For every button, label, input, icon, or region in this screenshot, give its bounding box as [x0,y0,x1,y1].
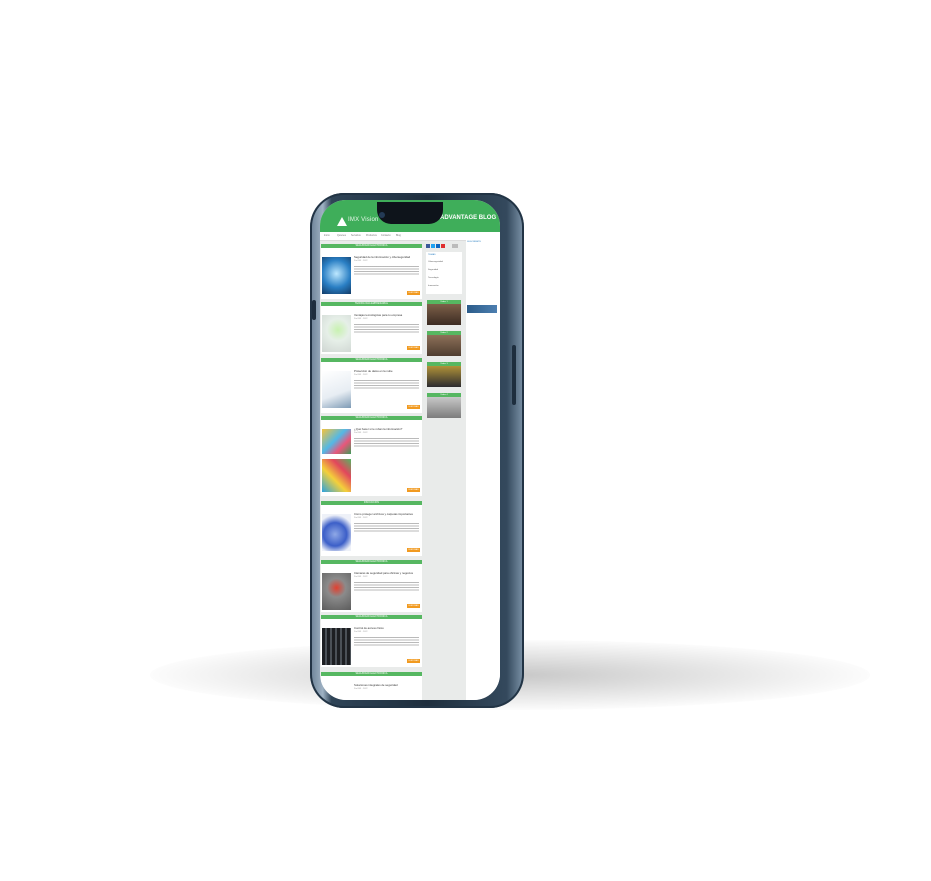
laptop-hand-image [322,371,351,408]
twitter-icon[interactable] [431,244,435,248]
phone-screen: IMX Vision ADVANTAGE BLOG Inicio Quienes… [320,200,500,700]
post-category: SEGURIDAD ELECTRÓNICA [321,244,422,248]
post-meta: Por IMX · 2022 [354,688,368,690]
post-title[interactable]: Cómo proteger archivos y carpetas import… [354,512,420,516]
read-more-button[interactable]: LEER MÁS [407,405,420,409]
post-category: SEGURIDAD ELECTRÓNICA [321,672,422,676]
post-card[interactable]: SEGURIDAD ELECTRÓNICA Seguridad de la in… [321,244,422,299]
post-title[interactable]: Cámaras de seguridad para oficinas y neg… [354,571,420,575]
post-category: SEGURIDAD ELECTRÓNICA [321,615,422,619]
phone-volume-button [312,300,316,320]
post-meta: Por IMX · 2022 [354,631,368,633]
green-arrow-image [322,315,351,352]
nav-item[interactable]: Inicio [324,234,330,237]
read-more-button[interactable]: LEER MÁS [407,346,420,350]
post-category: SEGURIDAD ELECTRÓNICA [321,416,422,420]
post-excerpt [354,324,419,334]
video-label: Video 4 [427,393,461,397]
post-card[interactable]: SEGURIDAD ELECTRÓNICA ¿Qué hacer si te r… [321,416,422,496]
post-category: SEGURIDAD ELECTRÓNICA [321,560,422,564]
post-card[interactable]: INNOVACIÓN Cómo proteger archivos y carp… [321,501,422,556]
phone-side-button [512,345,516,405]
topic-link[interactable]: Seguridad [428,269,438,271]
read-more-button[interactable]: LEER MÁS [407,604,420,608]
video-thumbnail[interactable]: Video 1 [427,300,461,325]
nav-item[interactable]: Productos [366,234,377,237]
post-meta: Por IMX · 2022 [354,517,368,519]
red-device-image [322,573,351,610]
video-thumbnail[interactable]: Video 2 [427,331,461,356]
post-title[interactable]: Seguridad de la información y cibersegur… [354,255,420,259]
phone-notch [377,202,443,224]
video-thumbnail[interactable]: Video 4 [427,393,461,418]
read-more-button[interactable]: LEER MÁS [407,291,420,295]
post-excerpt [354,380,419,390]
topics-title: TEMAS [428,254,436,256]
post-card[interactable]: TECNOLOGÍA EMPRESARIAL Ventajas tecnológ… [321,302,422,354]
post-title[interactable]: Soluciones integrales de seguridad [354,683,420,687]
post-meta: Por IMX · 2022 [354,432,368,434]
post-meta: Por IMX · 2022 [354,260,368,262]
post-card[interactable]: SEGURIDAD ELECTRÓNICA Control de acceso … [321,615,422,667]
post-card[interactable]: SEGURIDAD ELECTRÓNICA Soluciones integra… [321,672,422,700]
post-excerpt [354,438,419,448]
server-rack-image [322,628,351,665]
post-title[interactable]: Ventajas tecnológicas para tu empresa [354,313,420,317]
topics-panel: TEMAS Ciberseguridad Seguridad Tecnologí… [426,252,462,294]
logo-icon [337,217,347,226]
colorful-figures-image [322,459,351,492]
nav-item[interactable]: Blog [396,234,401,237]
post-excerpt [354,637,419,647]
banner-image[interactable] [467,305,497,313]
nav-item[interactable]: Servicios [351,234,361,237]
video-label: Video 2 [427,331,461,335]
folder-key-image [322,514,351,551]
post-category: SEGURIDAD ELECTRÓNICA [321,358,422,362]
post-meta: Por IMX · 2022 [354,374,368,376]
colorful-figures-image [322,429,351,454]
front-camera-icon [379,212,385,218]
post-card[interactable]: SEGURIDAD ELECTRÓNICA Cámaras de segurid… [321,560,422,612]
video-thumbnail[interactable]: Video 3 [427,362,461,387]
post-title[interactable]: Protección de datos en la nube [354,369,420,373]
youtube-icon[interactable] [441,244,445,248]
post-excerpt [354,266,419,276]
subscribe-title: SUSCRÍBETE [467,241,481,243]
post-category: INNOVACIÓN [321,501,422,505]
padlock-image [322,257,351,294]
search-icon[interactable] [452,244,458,248]
logo-text[interactable]: IMX Vision [348,217,379,223]
post-category: TECNOLOGÍA EMPRESARIAL [321,302,422,306]
post-card[interactable]: SEGURIDAD ELECTRÓNICA Protección de dato… [321,358,422,413]
linkedin-icon[interactable] [436,244,440,248]
facebook-icon[interactable] [426,244,430,248]
topic-link[interactable]: Innovación [428,285,439,287]
post-meta: Por IMX · 2022 [354,318,368,320]
post-excerpt [354,582,419,592]
post-title[interactable]: Control de acceso físico [354,626,420,630]
nav-item[interactable]: Quienes [337,234,346,237]
post-meta: Por IMX · 2022 [354,576,368,578]
topic-link[interactable]: Ciberseguridad [428,261,443,263]
read-more-button[interactable]: LEER MÁS [407,488,420,492]
topic-link[interactable]: Tecnología [428,277,439,279]
post-excerpt [354,523,419,533]
video-label: Video 1 [427,300,461,304]
nav-item[interactable]: Contacto [381,234,391,237]
right-column: SUSCRÍBETE [466,240,500,700]
post-title[interactable]: ¿Qué hacer si te roban la información? [354,427,420,431]
read-more-button[interactable]: LEER MÁS [407,548,420,552]
video-label: Video 3 [427,362,461,366]
blog-title: ADVANTAGE BLOG [440,215,497,221]
read-more-button[interactable]: LEER MÁS [407,659,420,663]
